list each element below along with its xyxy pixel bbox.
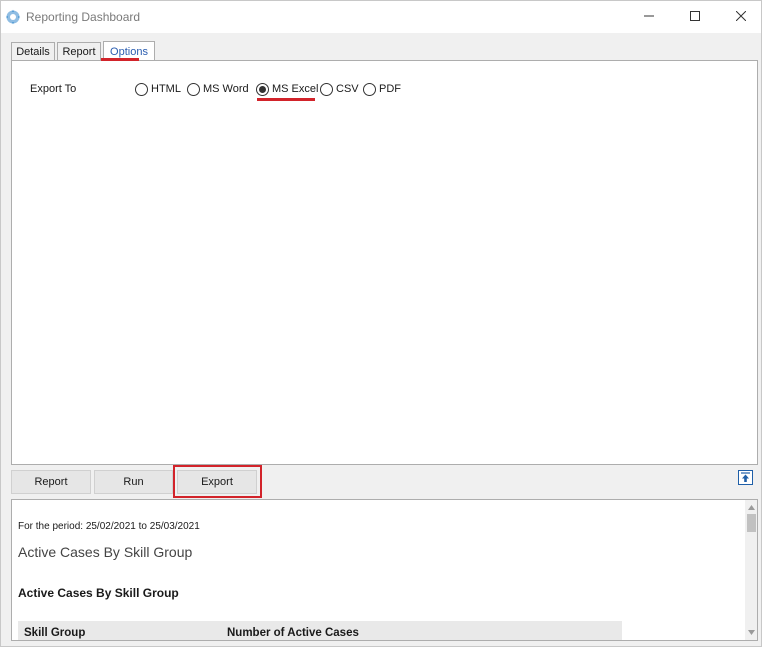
column-header-active-cases: Number of Active Cases	[227, 627, 359, 639]
radio-pdf-label: PDF	[379, 83, 401, 95]
run-button[interactable]: Run	[94, 470, 173, 494]
vertical-scrollbar[interactable]	[745, 500, 757, 640]
minimize-icon	[644, 11, 654, 24]
radio-button[interactable]	[187, 82, 200, 96]
scrollbar-thumb[interactable]	[747, 514, 756, 532]
tab-report[interactable]: Report	[57, 42, 101, 61]
window-title: Reporting Dashboard	[26, 10, 141, 24]
maximize-button[interactable]	[672, 1, 718, 33]
export-button-highlight	[173, 465, 262, 498]
ms-excel-highlight-underline	[257, 98, 315, 101]
section-title: Active Cases By Skill Group	[18, 586, 179, 600]
upload-arrow-icon[interactable]	[738, 470, 753, 485]
options-panel: Export To HTML MS Word MS Excel CSV PDF	[11, 60, 758, 465]
radio-button[interactable]	[135, 82, 148, 96]
radio-html[interactable]: HTML	[135, 81, 181, 97]
maximize-icon	[690, 10, 700, 24]
title-bar: Reporting Dashboard	[1, 1, 761, 33]
report-title: Active Cases By Skill Group	[18, 544, 193, 560]
tab-details[interactable]: Details	[11, 42, 55, 61]
minimize-button[interactable]	[626, 1, 672, 33]
radio-button[interactable]	[363, 82, 376, 96]
radio-ms-word-label: MS Word	[203, 83, 249, 95]
export-to-label: Export To	[30, 83, 77, 95]
radio-ms-excel[interactable]: MS Excel	[256, 81, 318, 97]
report-preview: For the period: 25/02/2021 to 25/03/2021…	[11, 499, 758, 641]
radio-button-selected[interactable]	[256, 82, 269, 96]
close-button[interactable]	[718, 1, 762, 33]
radio-csv-label: CSV	[336, 83, 359, 95]
column-header-skill-group: Skill Group	[24, 627, 86, 639]
options-tab-highlight-underline	[101, 58, 139, 61]
close-icon	[735, 10, 747, 24]
report-button[interactable]: Report	[11, 470, 91, 494]
scroll-up-arrow-icon[interactable]	[745, 502, 757, 512]
radio-html-label: HTML	[151, 83, 181, 95]
table-header: Skill Group Number of Active Cases	[18, 621, 622, 640]
scroll-down-arrow-icon[interactable]	[745, 627, 757, 637]
reporting-dashboard-window: Reporting Dashboard Details Report Optio…	[0, 0, 762, 647]
report-period: For the period: 25/02/2021 to 25/03/2021	[18, 521, 200, 532]
radio-ms-excel-label: MS Excel	[272, 83, 319, 95]
radio-pdf[interactable]: PDF	[363, 81, 401, 97]
radio-ms-word[interactable]: MS Word	[187, 81, 249, 97]
radio-csv[interactable]: CSV	[320, 81, 359, 97]
radio-button[interactable]	[320, 82, 333, 96]
app-gear-icon	[5, 9, 21, 25]
